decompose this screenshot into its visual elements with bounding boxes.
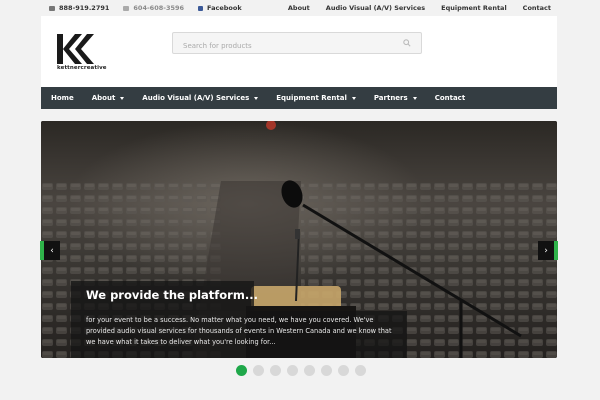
top-link-av-services[interactable]: Audio Visual (A/V) Services (326, 4, 425, 12)
nav-item-partners[interactable]: Partners (374, 94, 417, 102)
hero-slider: We provide the platform... for your even… (41, 121, 557, 358)
site-header: kettnercreative (41, 16, 557, 87)
search-icon[interactable] (403, 39, 411, 47)
slider-dot[interactable] (304, 365, 315, 376)
nav-item-label: About (91, 94, 116, 102)
slider-dot[interactable] (236, 365, 247, 376)
chevron-down-icon (412, 96, 417, 100)
nav-item-about[interactable]: About (92, 94, 125, 102)
top-link-contact[interactable]: Contact (523, 4, 551, 12)
nav-item-label: Equipment Rental (276, 94, 347, 102)
slider-prev-button[interactable]: ‹ (40, 241, 60, 260)
slider-dot[interactable] (287, 365, 298, 376)
fax-item: 604-608-3596 (123, 4, 184, 12)
nav-item-home[interactable]: Home (51, 94, 74, 102)
slider-dot[interactable] (321, 365, 332, 376)
contact-info: 888-919.2791 604-608-3596 Facebook (49, 4, 242, 12)
search-input[interactable] (173, 36, 393, 56)
phone-item[interactable]: 888-919.2791 (49, 4, 109, 12)
search-box (172, 32, 422, 56)
nav-item-label: Audio Visual (A/V) Services (142, 94, 250, 102)
top-link-equipment-rental[interactable]: Equipment Rental (441, 4, 507, 12)
facebook-label: Facebook (207, 4, 242, 12)
slider-pagination (236, 365, 366, 376)
nav-item-av-services[interactable]: Audio Visual (A/V) Services (142, 94, 259, 102)
chevron-down-icon (120, 96, 125, 100)
logo-text: kettnercreative (57, 65, 107, 71)
nav-item-label: Partners (373, 94, 408, 102)
facebook-link[interactable]: Facebook (198, 4, 242, 12)
slider-dot[interactable] (253, 365, 264, 376)
top-link-about[interactable]: About (288, 4, 310, 12)
chevron-down-icon (254, 96, 259, 100)
slide-caption: We provide the platform... for your even… (71, 281, 407, 358)
chevron-right-icon: › (544, 245, 548, 256)
slider-dot[interactable] (355, 365, 366, 376)
top-bar: 888-919.2791 604-608-3596 Facebook About… (0, 0, 600, 16)
nav-item-label: Contact (434, 94, 466, 102)
main-nav: Home About Audio Visual (A/V) Services E… (41, 87, 557, 109)
nav-item-contact[interactable]: Contact (435, 94, 466, 102)
chevron-down-icon (351, 96, 356, 100)
fax-icon (123, 5, 130, 11)
slide-body: for your event to be a success. No matte… (71, 311, 407, 358)
nav-item-equipment-rental[interactable]: Equipment Rental (276, 94, 356, 102)
slide-title: We provide the platform... (71, 281, 258, 311)
slider-dot[interactable] (338, 365, 349, 376)
phone-number: 888-919.2791 (59, 4, 110, 12)
nav-item-label: Home (51, 94, 74, 102)
slider-next-button[interactable]: › (538, 241, 558, 260)
facebook-icon (198, 5, 204, 11)
chevron-left-icon: ‹ (50, 245, 54, 256)
top-links: About Audio Visual (A/V) Services Equipm… (288, 4, 551, 12)
phone-icon (49, 5, 55, 11)
fax-number: 604-608-3596 (133, 4, 185, 12)
slider-dot[interactable] (270, 365, 281, 376)
